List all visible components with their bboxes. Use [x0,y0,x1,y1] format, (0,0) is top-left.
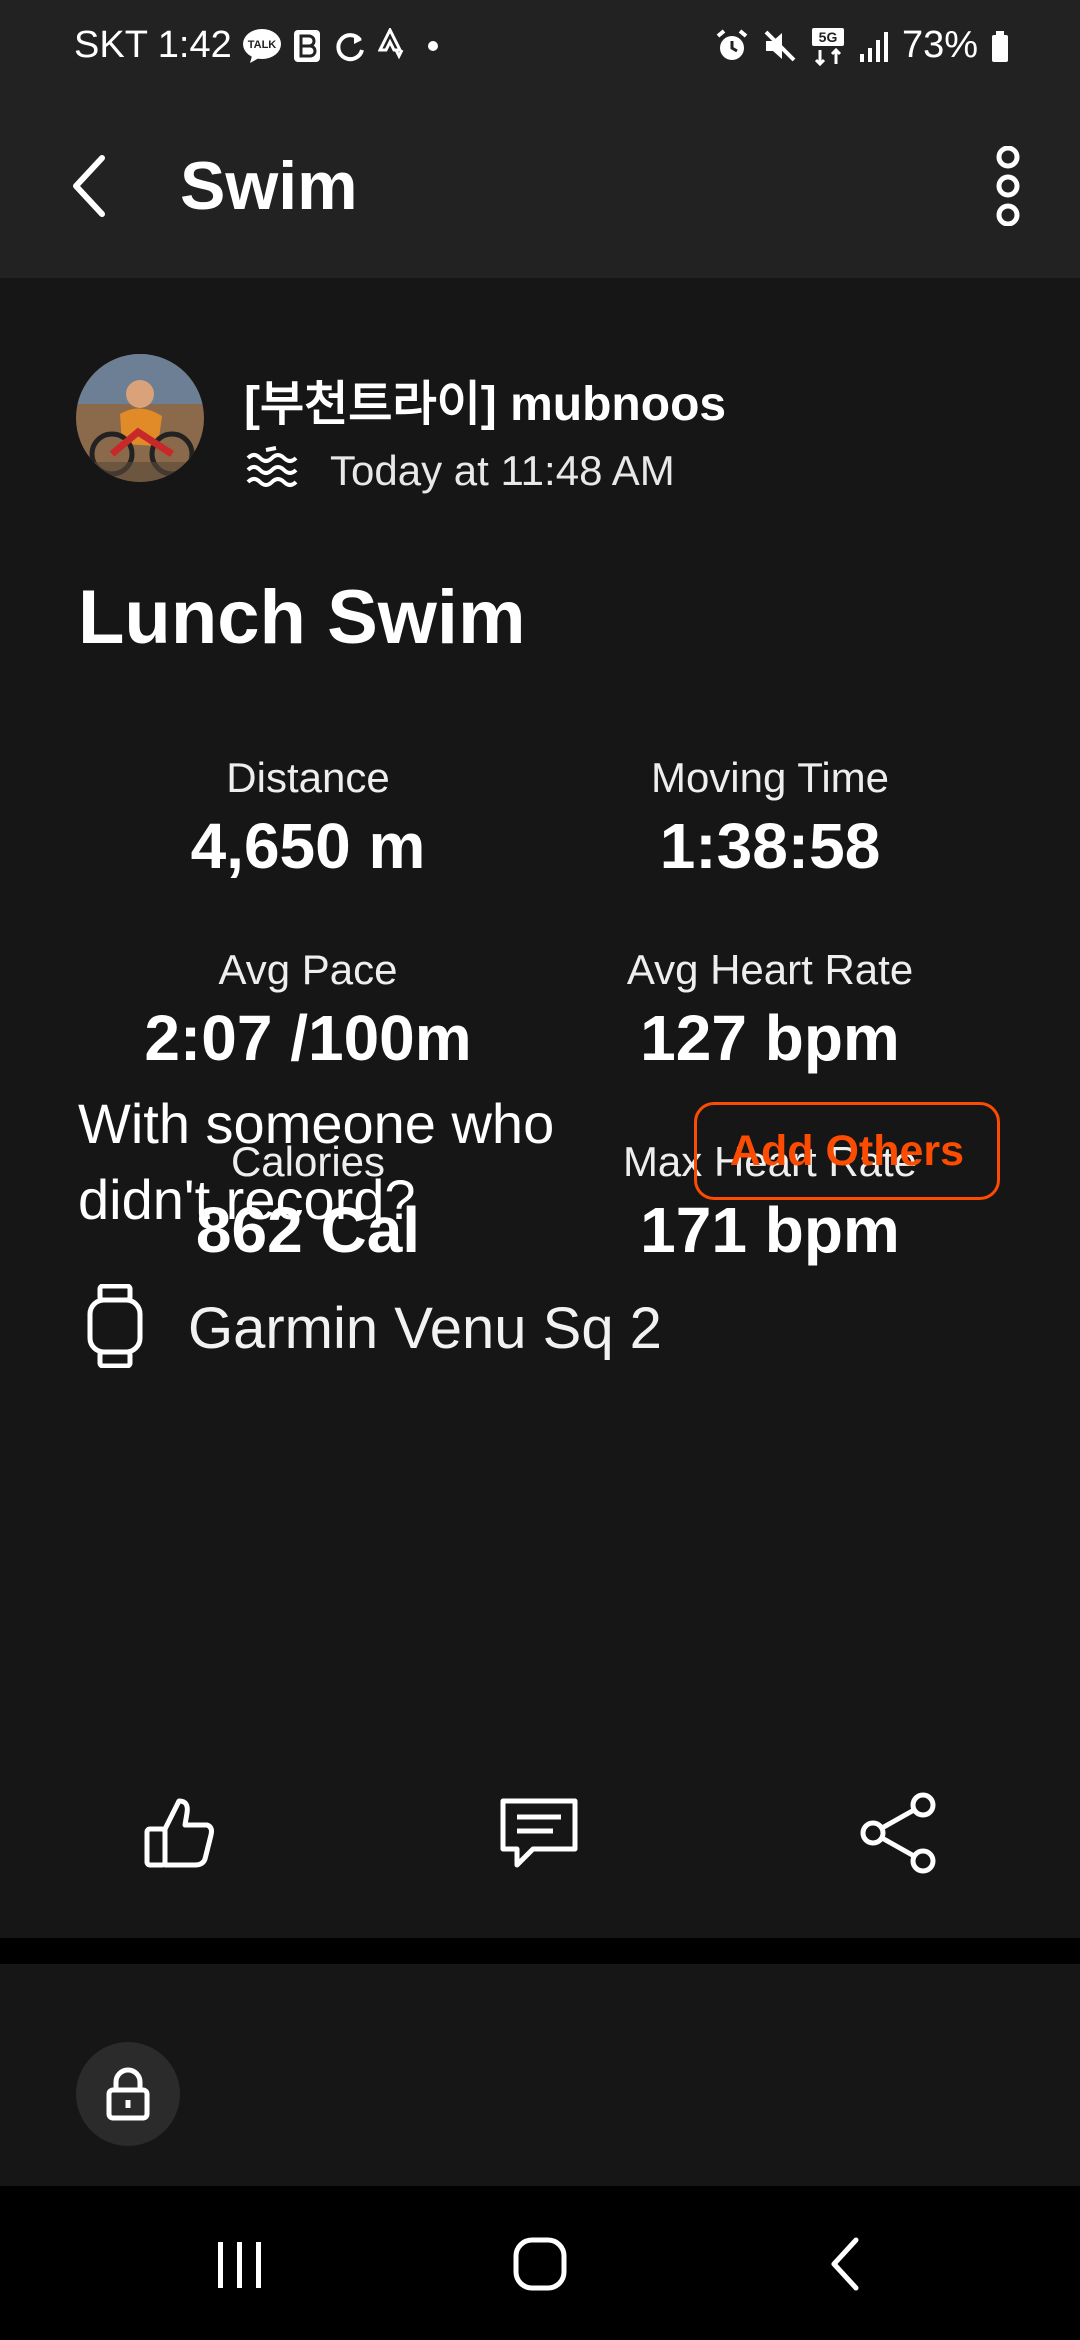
5g-icon: 5G [810,26,846,66]
home-icon[interactable] [490,2224,590,2304]
activity-timestamp: Today at 11:48 AM [330,446,675,494]
status-bar: SKT 1:42 TALK 5G 73% [0,0,1080,96]
system-nav-bar [0,2186,1080,2340]
page-title: Swim [180,148,358,224]
status-right: 5G 73% [714,24,1010,67]
battery-icon [990,28,1010,64]
add-others-button[interactable]: Add Others [694,1102,1000,1200]
privacy-section [0,1964,1080,2186]
device-name[interactable]: Garmin Venu Sq 2 [188,1295,662,1362]
section-divider [0,1938,1080,1964]
stat-moving-time: Moving Time 1:38:58 [550,752,990,888]
recent-apps-icon[interactable] [190,2224,290,2304]
stat-label: Moving Time [650,754,890,801]
stat-value: 127 bpm [640,1002,900,1074]
share-icon[interactable] [854,1788,944,1878]
talk-icon: TALK [242,28,282,64]
more-vertical-icon[interactable] [976,134,1040,238]
app-bar: Swim [0,96,1080,278]
talk-badge-text: TALK [247,39,276,51]
comment-icon[interactable] [494,1788,584,1878]
stat-avg-heart-rate: Avg Heart Rate 127 bpm [550,944,990,1080]
stat-avg-pace: Avg Pace 2:07 /100m [88,944,528,1080]
group-prompt-line2: didn't record? [78,1168,416,1231]
dot-icon [418,28,448,64]
stat-value: 2:07 /100m [144,1002,472,1074]
alarm-icon [714,28,750,64]
stat-distance: Distance 4,650 m [88,752,528,888]
signal-icon [858,28,890,64]
battery-percent: 73% [901,24,978,66]
swim-waves-icon [244,446,300,495]
watch-icon [84,1283,146,1373]
group-prompt-text: With someone who didn't record? [78,1086,638,1238]
network-badge-text: 5G [819,29,838,45]
b-icon [292,28,322,64]
athlete-name[interactable]: [부천트라이] mubnoos [244,364,726,434]
stat-value: 1:38:58 [659,810,881,882]
stat-value: 4,650 m [190,810,426,882]
group-prompt-line1: With someone who [78,1092,555,1155]
mute-icon [762,28,798,64]
activity-meta: Today at 11:48 AM [244,446,675,495]
status-left: SKT 1:42 TALK [74,24,448,67]
stat-label: Avg Heart Rate [626,946,914,993]
thumbs-up-icon[interactable] [134,1788,224,1878]
sync-icon [332,28,368,64]
strava-icon [377,27,408,64]
lock-icon[interactable] [76,2042,180,2146]
stat-label: Avg Pace [218,946,398,993]
device-row: Garmin Venu Sq 2 [84,1283,662,1373]
back-arrow-icon[interactable] [58,136,122,236]
stat-label: Distance [226,754,390,801]
back-icon[interactable] [796,2224,896,2304]
activity-title: Lunch Swim [78,575,526,660]
carrier-time: SKT 1:42 [74,24,232,66]
avatar[interactable] [76,354,204,482]
